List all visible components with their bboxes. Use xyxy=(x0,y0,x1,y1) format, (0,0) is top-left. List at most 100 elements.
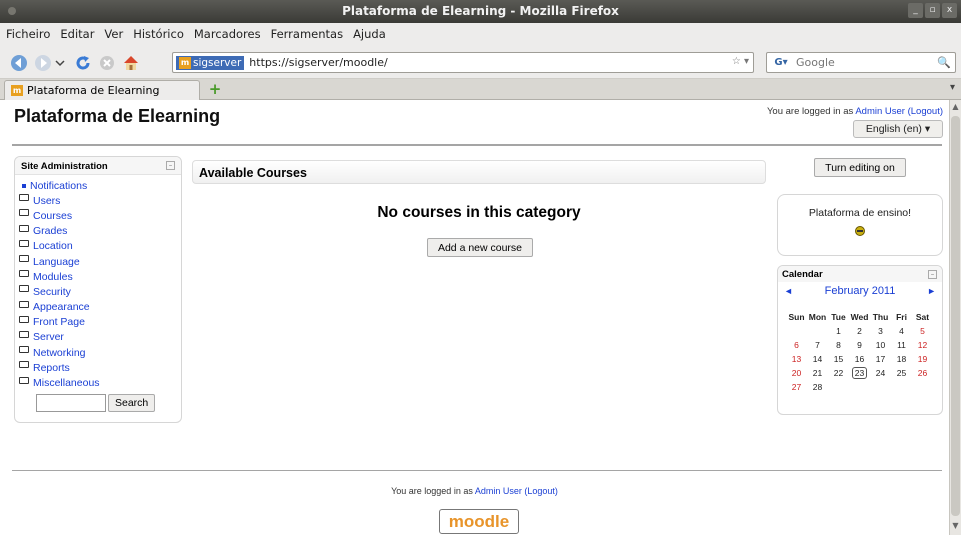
admin-search-button[interactable]: Search xyxy=(108,394,156,412)
admin-item-label[interactable]: Courses xyxy=(33,210,72,222)
language-select[interactable]: English (en) ▾ xyxy=(853,120,943,138)
admin-item-label[interactable]: Miscellaneous xyxy=(33,377,100,389)
calendar-day[interactable]: 18 xyxy=(891,352,912,366)
reload-icon[interactable] xyxy=(74,54,92,72)
menu-historico[interactable]: Histórico xyxy=(133,27,184,41)
admin-item-label[interactable]: Security xyxy=(33,286,71,298)
admin-item-label[interactable]: Server xyxy=(33,331,64,343)
calendar-day[interactable]: 11 xyxy=(891,338,912,352)
admin-item-courses[interactable]: Courses xyxy=(19,208,181,223)
admin-item-label[interactable]: Appearance xyxy=(33,301,90,313)
calendar-day[interactable]: 13 xyxy=(786,352,807,366)
admin-item-location[interactable]: Location xyxy=(19,239,181,254)
calendar-day[interactable]: 28 xyxy=(807,380,828,394)
calendar-day[interactable]: 26 xyxy=(912,366,933,380)
calendar-day[interactable]: 16 xyxy=(849,352,870,366)
calendar-day[interactable]: 10 xyxy=(870,338,891,352)
logout-link[interactable]: (Logout) xyxy=(908,106,943,117)
menu-ajuda[interactable]: Ajuda xyxy=(353,27,386,41)
admin-item-label[interactable]: Notifications xyxy=(30,180,87,192)
stop-icon[interactable] xyxy=(98,54,116,72)
calendar-day[interactable]: 3 xyxy=(870,324,891,338)
calendar-day[interactable]: 1 xyxy=(828,324,849,338)
scrollbar-thumb[interactable] xyxy=(951,116,960,516)
collapse-icon[interactable]: – xyxy=(166,161,175,170)
user-link[interactable]: Admin User xyxy=(855,106,905,117)
menu-ferramentas[interactable]: Ferramentas xyxy=(271,27,343,41)
home-icon[interactable] xyxy=(122,54,140,72)
calendar-day[interactable]: 22 xyxy=(828,366,849,380)
footer-user-link[interactable]: Admin User xyxy=(475,486,522,496)
calendar-day[interactable]: 20 xyxy=(786,366,807,380)
google-icon[interactable]: G▾ xyxy=(770,54,792,71)
menu-ver[interactable]: Ver xyxy=(104,27,123,41)
moodle-logo[interactable]: moodle xyxy=(439,509,519,534)
scroll-down-icon[interactable]: ▼ xyxy=(950,521,961,533)
calendar-day[interactable]: 24 xyxy=(870,366,891,380)
admin-item-label[interactable]: Reports xyxy=(33,362,70,374)
admin-item-miscellaneous[interactable]: Miscellaneous xyxy=(19,375,181,390)
calendar-day[interactable]: 2 xyxy=(849,324,870,338)
admin-item-label[interactable]: Language xyxy=(33,256,80,268)
menu-ficheiro[interactable]: Ficheiro xyxy=(6,27,50,41)
tab-list-chevron-icon[interactable]: ▾ xyxy=(950,82,955,93)
calendar-day[interactable]: 14 xyxy=(807,352,828,366)
menu-editar[interactable]: Editar xyxy=(60,27,94,41)
admin-item-notifications[interactable]: Notifications xyxy=(19,178,181,193)
admin-search-input[interactable] xyxy=(36,394,106,412)
close-button[interactable]: x xyxy=(942,3,957,18)
calendar-day[interactable]: 21 xyxy=(807,366,828,380)
admin-item-appearance[interactable]: Appearance xyxy=(19,300,181,315)
admin-item-label[interactable]: Networking xyxy=(33,347,86,359)
calendar-day[interactable]: 23 xyxy=(849,366,870,380)
vertical-scrollbar[interactable]: ▲ ▼ xyxy=(949,100,961,535)
calendar-day[interactable]: 5 xyxy=(912,324,933,338)
calendar-day[interactable]: 12 xyxy=(912,338,933,352)
calendar-day[interactable]: 4 xyxy=(891,324,912,338)
collapse-icon[interactable]: – xyxy=(928,270,937,279)
calendar-day[interactable]: 19 xyxy=(912,352,933,366)
admin-item-label[interactable]: Users xyxy=(33,195,60,207)
calendar-day[interactable]: 7 xyxy=(807,338,828,352)
minimize-button[interactable]: _ xyxy=(908,3,923,18)
admin-item-users[interactable]: Users xyxy=(19,193,181,208)
calendar-day[interactable]: 8 xyxy=(828,338,849,352)
bookmark-star-icon[interactable]: ☆ ▾ xyxy=(732,56,749,67)
admin-item-label[interactable]: Location xyxy=(33,240,73,252)
admin-item-front-page[interactable]: Front Page xyxy=(19,315,181,330)
search-input[interactable] xyxy=(796,56,926,69)
admin-item-reports[interactable]: Reports xyxy=(19,360,181,375)
admin-item-networking[interactable]: Networking xyxy=(19,345,181,360)
admin-item-grades[interactable]: Grades xyxy=(19,224,181,239)
admin-item-label[interactable]: Front Page xyxy=(33,316,85,328)
scroll-up-icon[interactable]: ▲ xyxy=(950,102,961,114)
calendar-day[interactable]: 9 xyxy=(849,338,870,352)
back-icon[interactable] xyxy=(10,54,28,72)
search-bar[interactable]: G▾ 🔍 xyxy=(766,52,956,73)
tab-plataforma-de-elearning[interactable]: m Plataforma de Elearning xyxy=(4,80,200,100)
calendar-day[interactable]: 15 xyxy=(828,352,849,366)
new-tab-icon[interactable]: + xyxy=(208,82,222,97)
admin-item-label[interactable]: Modules xyxy=(33,271,73,283)
calendar-day[interactable]: 6 xyxy=(786,338,807,352)
url-text[interactable]: https://sigserver/moodle/ xyxy=(249,56,387,69)
forward-icon[interactable] xyxy=(34,54,52,72)
calendar-day[interactable]: 27 xyxy=(786,380,807,394)
calendar-day[interactable]: 17 xyxy=(870,352,891,366)
site-identity-button[interactable]: m sigserver xyxy=(176,55,245,70)
admin-item-label[interactable]: Grades xyxy=(33,225,67,237)
menu-marcadores[interactable]: Marcadores xyxy=(194,27,261,41)
admin-item-modules[interactable]: Modules xyxy=(19,269,181,284)
calendar-day[interactable]: 25 xyxy=(891,366,912,380)
calendar-month-link[interactable]: February 2011 xyxy=(778,285,942,297)
address-bar[interactable]: m sigserver https://sigserver/moodle/ ☆ … xyxy=(172,52,754,73)
maximize-button[interactable]: ▫ xyxy=(925,3,940,18)
turn-editing-on-button[interactable]: Turn editing on xyxy=(814,158,906,177)
next-month-icon[interactable]: ► xyxy=(927,286,936,296)
admin-item-language[interactable]: Language xyxy=(19,254,181,269)
admin-item-server[interactable]: Server xyxy=(19,330,181,345)
footer-logout-link[interactable]: (Logout) xyxy=(524,486,558,496)
history-dropdown-icon[interactable] xyxy=(55,54,65,72)
admin-item-security[interactable]: Security xyxy=(19,284,181,299)
add-course-button[interactable]: Add a new course xyxy=(427,238,533,257)
